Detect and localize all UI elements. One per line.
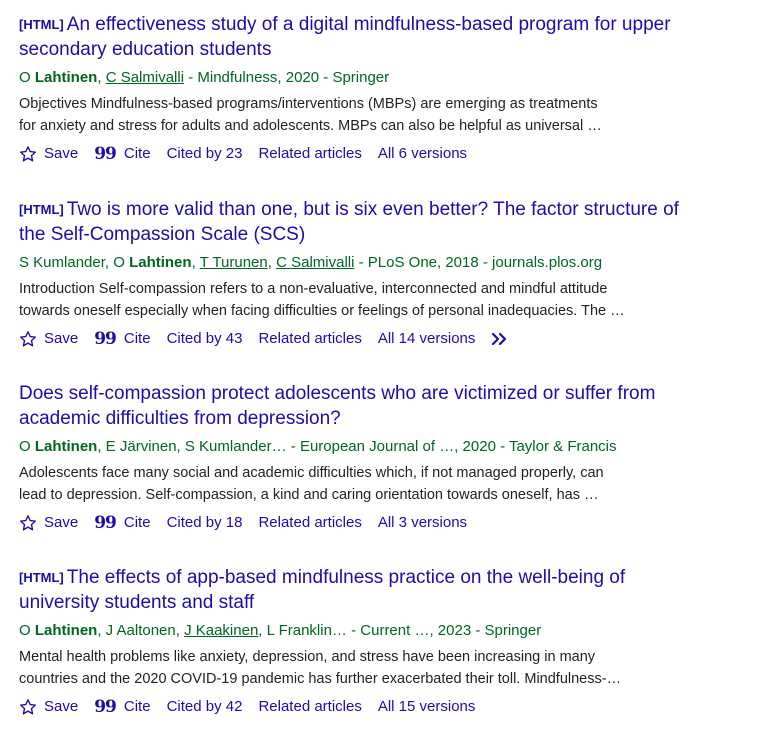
format-tag: [HTML] [19,570,64,585]
cite-button[interactable]: 99 Cite [94,327,150,351]
author-text: , E Järvinen, S Kumlander… [97,438,287,455]
save-label: Save [44,698,79,715]
result-title-line[interactable]: Does self-compassion protect adolescents… [19,383,655,404]
star-outline-icon [19,699,37,715]
author-text: , J Aaltonen, [97,622,185,639]
save-button[interactable]: Save [19,327,78,351]
save-label: Save [44,330,79,347]
author-link[interactable]: J Kaakinen [184,622,258,639]
search-result: [HTML] The effects of app-based mindfulne… [19,565,769,719]
related-articles-link[interactable]: Related articles [258,695,361,719]
star-outline-icon [19,331,37,347]
result-source: - Current …, 2023 - Springer [346,622,542,639]
all-versions-link[interactable]: All 15 versions [378,695,476,719]
quote-icon: 99 [94,697,117,717]
result-source: - PLoS One, 2018 - journals.plos.org [354,254,603,271]
result-actions: Save 99 Cite Cited by 23 Related article… [19,142,769,166]
author-separator: , [191,254,200,271]
result-source: - Mindfulness, 2020 - Springer [184,69,390,86]
save-button[interactable]: Save [19,142,78,166]
result-meta: O Lahtinen, C Salmivalli - Mindfulness, … [19,68,769,88]
author-highlight: Lahtinen [34,69,98,86]
author-text: O [19,622,35,639]
result-snippet: Introduction Self-compassion refers to a… [19,278,719,322]
author-link[interactable]: C Salmivalli [276,254,354,271]
result-meta: O Lahtinen, J Aaltonen, J Kaakinen, L Fr… [19,621,769,641]
cite-button[interactable]: 99 Cite [94,695,150,719]
result-actions: Save 99 Cite Cited by 42 Related article… [19,695,769,719]
result-actions: Save 99 Cite Cited by 43 Related article… [19,327,769,351]
result-title-line[interactable]: secondary education students [19,39,271,60]
cited-by-link[interactable]: Cited by 18 [167,511,243,535]
search-result: [HTML] Two is more valid than one, but is… [19,197,769,351]
all-versions-link[interactable]: All 6 versions [378,142,467,166]
author-separator: , [267,254,277,271]
result-title-line[interactable]: academic difficulties from depression? [19,408,341,429]
author-text: O [19,438,35,455]
result-title-line[interactable]: university students and staff [19,592,254,613]
result-title-line[interactable]: An effectiveness study of a digital mind… [67,14,671,35]
related-articles-link[interactable]: Related articles [258,511,361,535]
author-text: S Kumlander, O [19,254,130,271]
search-result: [HTML] An effectiveness study of a digita… [19,12,769,166]
search-result: Does self-compassion protect adolescents… [19,381,769,535]
cited-by-link[interactable]: Cited by 23 [167,142,243,166]
result-title-link[interactable]: [HTML] An effectiveness study of a digita… [19,12,769,62]
author-link[interactable]: T Turunen [200,254,268,271]
save-button[interactable]: Save [19,511,78,535]
cited-by-link[interactable]: Cited by 42 [167,695,243,719]
quote-icon: 99 [94,144,117,164]
snippet-line: Adolescents face many social and academi… [19,465,604,481]
author-separator: , [97,69,106,86]
author-text: , L Franklin… [258,622,347,639]
all-versions-link[interactable]: All 14 versions [378,327,476,351]
cite-label: Cite [123,514,151,531]
result-snippet: Mental health problems like anxiety, dep… [19,646,719,690]
format-tag: [HTML] [19,17,64,32]
result-title-link[interactable]: [HTML] Two is more valid than one, but is… [19,197,769,247]
result-title-line[interactable]: the Self-Compassion Scale (SCS) [19,224,305,245]
more-button[interactable] [491,331,511,347]
result-meta: O Lahtinen, E Järvinen, S Kumlander… - E… [19,437,769,457]
result-meta: S Kumlander, O Lahtinen, T Turunen, C Sa… [19,253,769,273]
save-label: Save [44,514,79,531]
save-label: Save [44,145,79,162]
author-highlight: Lahtinen [34,438,98,455]
star-outline-icon [19,146,37,162]
cite-button[interactable]: 99 Cite [94,511,150,535]
author-link[interactable]: C Salmivalli [106,69,184,86]
result-snippet: Objectives Mindfulness-based programs/in… [19,93,719,137]
snippet-line: countries and the 2020 COVID-19 pandemic… [19,671,622,687]
result-title-link[interactable]: [HTML] The effects of app-based mindfulne… [19,565,769,615]
cite-label: Cite [123,330,151,347]
result-title-line[interactable]: The effects of app-based mindfulness pra… [67,567,625,588]
cited-by-link[interactable]: Cited by 43 [167,327,243,351]
snippet-line: for anxiety and stress for adults and ad… [19,118,602,134]
author-text: O [19,69,35,86]
all-versions-link[interactable]: All 3 versions [378,511,467,535]
double-chevron-right-icon [492,332,507,346]
cite-button[interactable]: 99 Cite [94,142,150,166]
result-title-line[interactable]: Two is more valid than one, but is six e… [67,199,679,220]
save-button[interactable]: Save [19,695,78,719]
result-snippet: Adolescents face many social and academi… [19,462,719,506]
author-highlight: Lahtinen [129,254,192,271]
snippet-line: towards oneself especially when facing d… [19,303,625,319]
related-articles-link[interactable]: Related articles [258,142,361,166]
quote-icon: 99 [94,513,117,533]
snippet-line: Objectives Mindfulness-based programs/in… [19,96,598,112]
format-tag: [HTML] [19,202,64,217]
quote-icon: 99 [94,329,117,349]
result-actions: Save 99 Cite Cited by 18 Related article… [19,511,769,535]
cite-label: Cite [123,698,151,715]
result-source: - European Journal of …, 2020 - Taylor &… [286,438,617,455]
snippet-line: Introduction Self-compassion refers to a… [19,281,608,297]
result-title-link[interactable]: Does self-compassion protect adolescents… [19,381,769,431]
cite-label: Cite [123,145,151,162]
related-articles-link[interactable]: Related articles [258,327,361,351]
author-highlight: Lahtinen [34,622,98,639]
star-outline-icon [19,515,37,531]
snippet-line: lead to depression. Self-compassion, a k… [19,487,599,503]
snippet-line: Mental health problems like anxiety, dep… [19,649,596,665]
